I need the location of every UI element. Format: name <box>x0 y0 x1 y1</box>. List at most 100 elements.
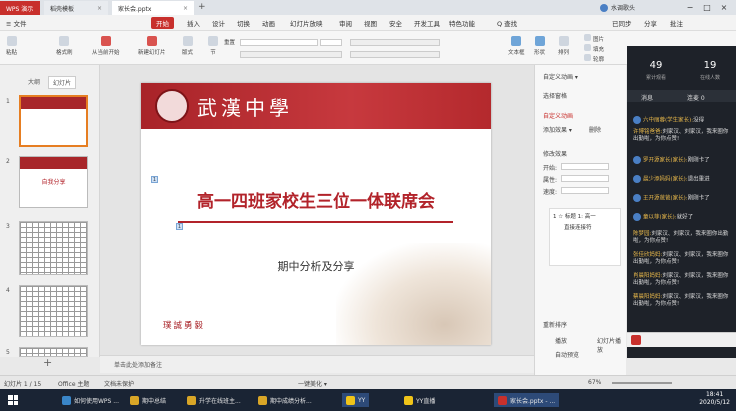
taskbar-item[interactable]: YY <box>342 393 370 407</box>
user-menu[interactable]: 水调歌头 <box>600 2 635 13</box>
menu-file[interactable]: ≡ 文件 <box>6 18 27 28</box>
menu-features[interactable]: 特色功能 <box>449 18 475 28</box>
fill-button[interactable]: 填充 <box>584 44 604 53</box>
play-button[interactable]: 播放 <box>555 336 567 345</box>
chat-message: 王开源爸爸(家长):刚刚卡了 <box>633 194 733 203</box>
selection-pane-button[interactable]: 选择窗格 <box>543 91 567 100</box>
menu-home[interactable]: 开始 <box>151 17 174 29</box>
close-icon[interactable]: × <box>183 5 188 12</box>
slide-thumbnail-5[interactable] <box>19 347 88 357</box>
taskbar-item[interactable]: 升学在线班主... <box>187 393 241 407</box>
menu-transition[interactable]: 切换 <box>237 18 250 28</box>
menu-animation[interactable]: 动画 <box>262 18 275 28</box>
status-bar: 幻灯片 1 / 15 Office 主题 文档未保护 一键美化 ▾ 67% <box>0 375 736 389</box>
title-underline[interactable] <box>178 221 453 223</box>
menu-review[interactable]: 审阅 <box>339 18 352 28</box>
tab-templates[interactable]: 稻壳模板 × <box>44 1 108 15</box>
font-size-select[interactable] <box>320 39 342 46</box>
menu-view[interactable]: 视图 <box>364 18 377 28</box>
sync-status[interactable]: 已同步 <box>612 18 632 28</box>
animation-item[interactable]: 1 ☆ 标题 1: 高一 <box>553 212 596 220</box>
add-slide-icon[interactable]: + <box>43 356 52 369</box>
tab-label: 稻壳模板 <box>50 5 75 13</box>
chat-name: 张佳欣妈妈: <box>633 252 663 258</box>
notes-pane[interactable]: 单击此处添加备注 <box>100 355 534 373</box>
paragraph-row[interactable] <box>350 39 440 46</box>
taskbar-item[interactable]: 如何使用WPS ... <box>62 393 119 407</box>
format-painter-button[interactable]: 格式刷 <box>56 36 73 56</box>
font-name-select[interactable] <box>240 39 318 46</box>
chat-message: 罗开源家长(家长):刚刚卡了 <box>633 156 733 165</box>
add-tab-icon[interactable]: + <box>198 2 206 12</box>
protect-status[interactable]: 文档未保护 <box>104 379 134 388</box>
table-preview <box>20 222 87 274</box>
pane-title[interactable]: 自定义动画 ▾ <box>543 72 578 81</box>
tab-messages[interactable]: 消息 <box>641 93 653 102</box>
tab-outline[interactable]: 大纲 <box>24 76 44 87</box>
slide-thumbnail-4[interactable] <box>19 285 88 337</box>
menu-slideshow[interactable]: 幻灯片放映 <box>290 18 323 28</box>
slide-title[interactable]: 高一四班家校生三位一体联席会 <box>141 187 491 212</box>
font-format-row[interactable] <box>240 51 342 58</box>
animation-marker[interactable]: 1 <box>176 223 183 230</box>
tab-slides[interactable]: 幻灯片 <box>48 76 77 89</box>
add-effect-button[interactable]: 添加效果 ▾ <box>543 125 572 134</box>
animation-item[interactable]: 直接连接符 <box>564 223 592 231</box>
menu-security[interactable]: 安全 <box>389 18 402 28</box>
views-count: 49 <box>649 60 663 71</box>
slideshow-button[interactable]: 幻灯片播放 <box>597 336 626 354</box>
tab-document[interactable]: 家长会.pptx × <box>112 1 194 15</box>
tab-mic[interactable]: 连麦 0 <box>687 93 705 102</box>
taskbar-item[interactable]: 期中总结 <box>130 393 166 407</box>
textbox-button[interactable]: 文本框 <box>508 36 525 56</box>
share-button[interactable]: 分享 <box>644 18 657 28</box>
slide-thumbnail-1[interactable] <box>19 95 88 147</box>
taskbar-label: 升学在线班主... <box>199 397 241 405</box>
paste-button[interactable]: 粘贴 <box>6 36 17 56</box>
picture-button[interactable]: 图片 <box>584 34 604 43</box>
ime-toolbar[interactable] <box>627 332 736 347</box>
start-select[interactable] <box>561 163 609 170</box>
layout-button[interactable]: 版式 <box>182 36 193 56</box>
close-icon[interactable]: × <box>97 5 102 12</box>
search-button[interactable]: Q 查找 <box>497 18 517 28</box>
taskbar-label: 如何使用WPS ... <box>74 397 119 405</box>
property-select[interactable] <box>561 175 609 182</box>
chat-message: 陈梦园:刘家汉、刘家汉，我来圈你出勤啦，为你点赞! <box>633 231 733 245</box>
autopreview-checkbox[interactable]: 自动预览 <box>555 350 579 359</box>
tab-wps[interactable]: WPS 演示 <box>0 1 40 15</box>
slide-main[interactable]: 武漢中學 高一四班家校生三位一体联席会 期中分析及分享 璞誠勇毅 <box>141 83 491 345</box>
system-clock[interactable]: 18:41 2020/5/12 <box>699 391 730 407</box>
reset-button[interactable]: 重置 <box>210 28 235 46</box>
remove-effect-button[interactable]: 删除 <box>589 125 601 134</box>
windows-start-icon[interactable] <box>8 395 18 405</box>
slide-subtitle[interactable]: 期中分析及分享 <box>141 258 491 274</box>
slide-thumbnail-panel: 大纲 幻灯片 1 2 自我分享 3 4 5 <box>0 65 100 357</box>
browser-icon <box>62 395 71 405</box>
shape-button[interactable]: 形状 <box>534 36 545 56</box>
zoom-level[interactable]: 67% <box>588 379 601 386</box>
new-slide-button[interactable]: 新建幻灯片 <box>138 36 166 56</box>
animation-list[interactable]: 1 ☆ 标题 1: 高一 直接连接符 <box>549 208 621 266</box>
slide-thumbnail-2[interactable]: 自我分享 <box>19 156 88 208</box>
taskbar-item[interactable]: 期中成绩分析... <box>258 393 312 407</box>
arrange-button[interactable]: 排列 <box>558 36 569 56</box>
align-row[interactable] <box>350 51 440 58</box>
beautify-button[interactable]: 一键美化 ▾ <box>298 379 327 388</box>
play-from-current-button[interactable]: 从当前开始 <box>92 36 120 56</box>
taskbar-item[interactable]: 家长会.pptx - ... <box>494 393 560 407</box>
speed-select[interactable] <box>561 187 609 194</box>
menu-design[interactable]: 设计 <box>212 18 225 28</box>
slide-thumbnail-3[interactable] <box>19 221 88 275</box>
minimize-icon[interactable]: − <box>684 2 696 13</box>
zoom-slider[interactable] <box>612 382 672 384</box>
maximize-icon[interactable]: □ <box>701 2 713 13</box>
menu-developer[interactable]: 开发工具 <box>414 18 440 28</box>
close-window-icon[interactable]: × <box>718 2 730 13</box>
outline-button[interactable]: 轮廓 <box>584 54 604 63</box>
menu-insert[interactable]: 插入 <box>187 18 200 28</box>
comment-button[interactable]: 批注 <box>670 18 683 28</box>
animation-marker[interactable]: 1 <box>151 176 158 183</box>
shape-icon <box>534 36 545 46</box>
taskbar-item[interactable]: YY直播 <box>404 393 435 407</box>
